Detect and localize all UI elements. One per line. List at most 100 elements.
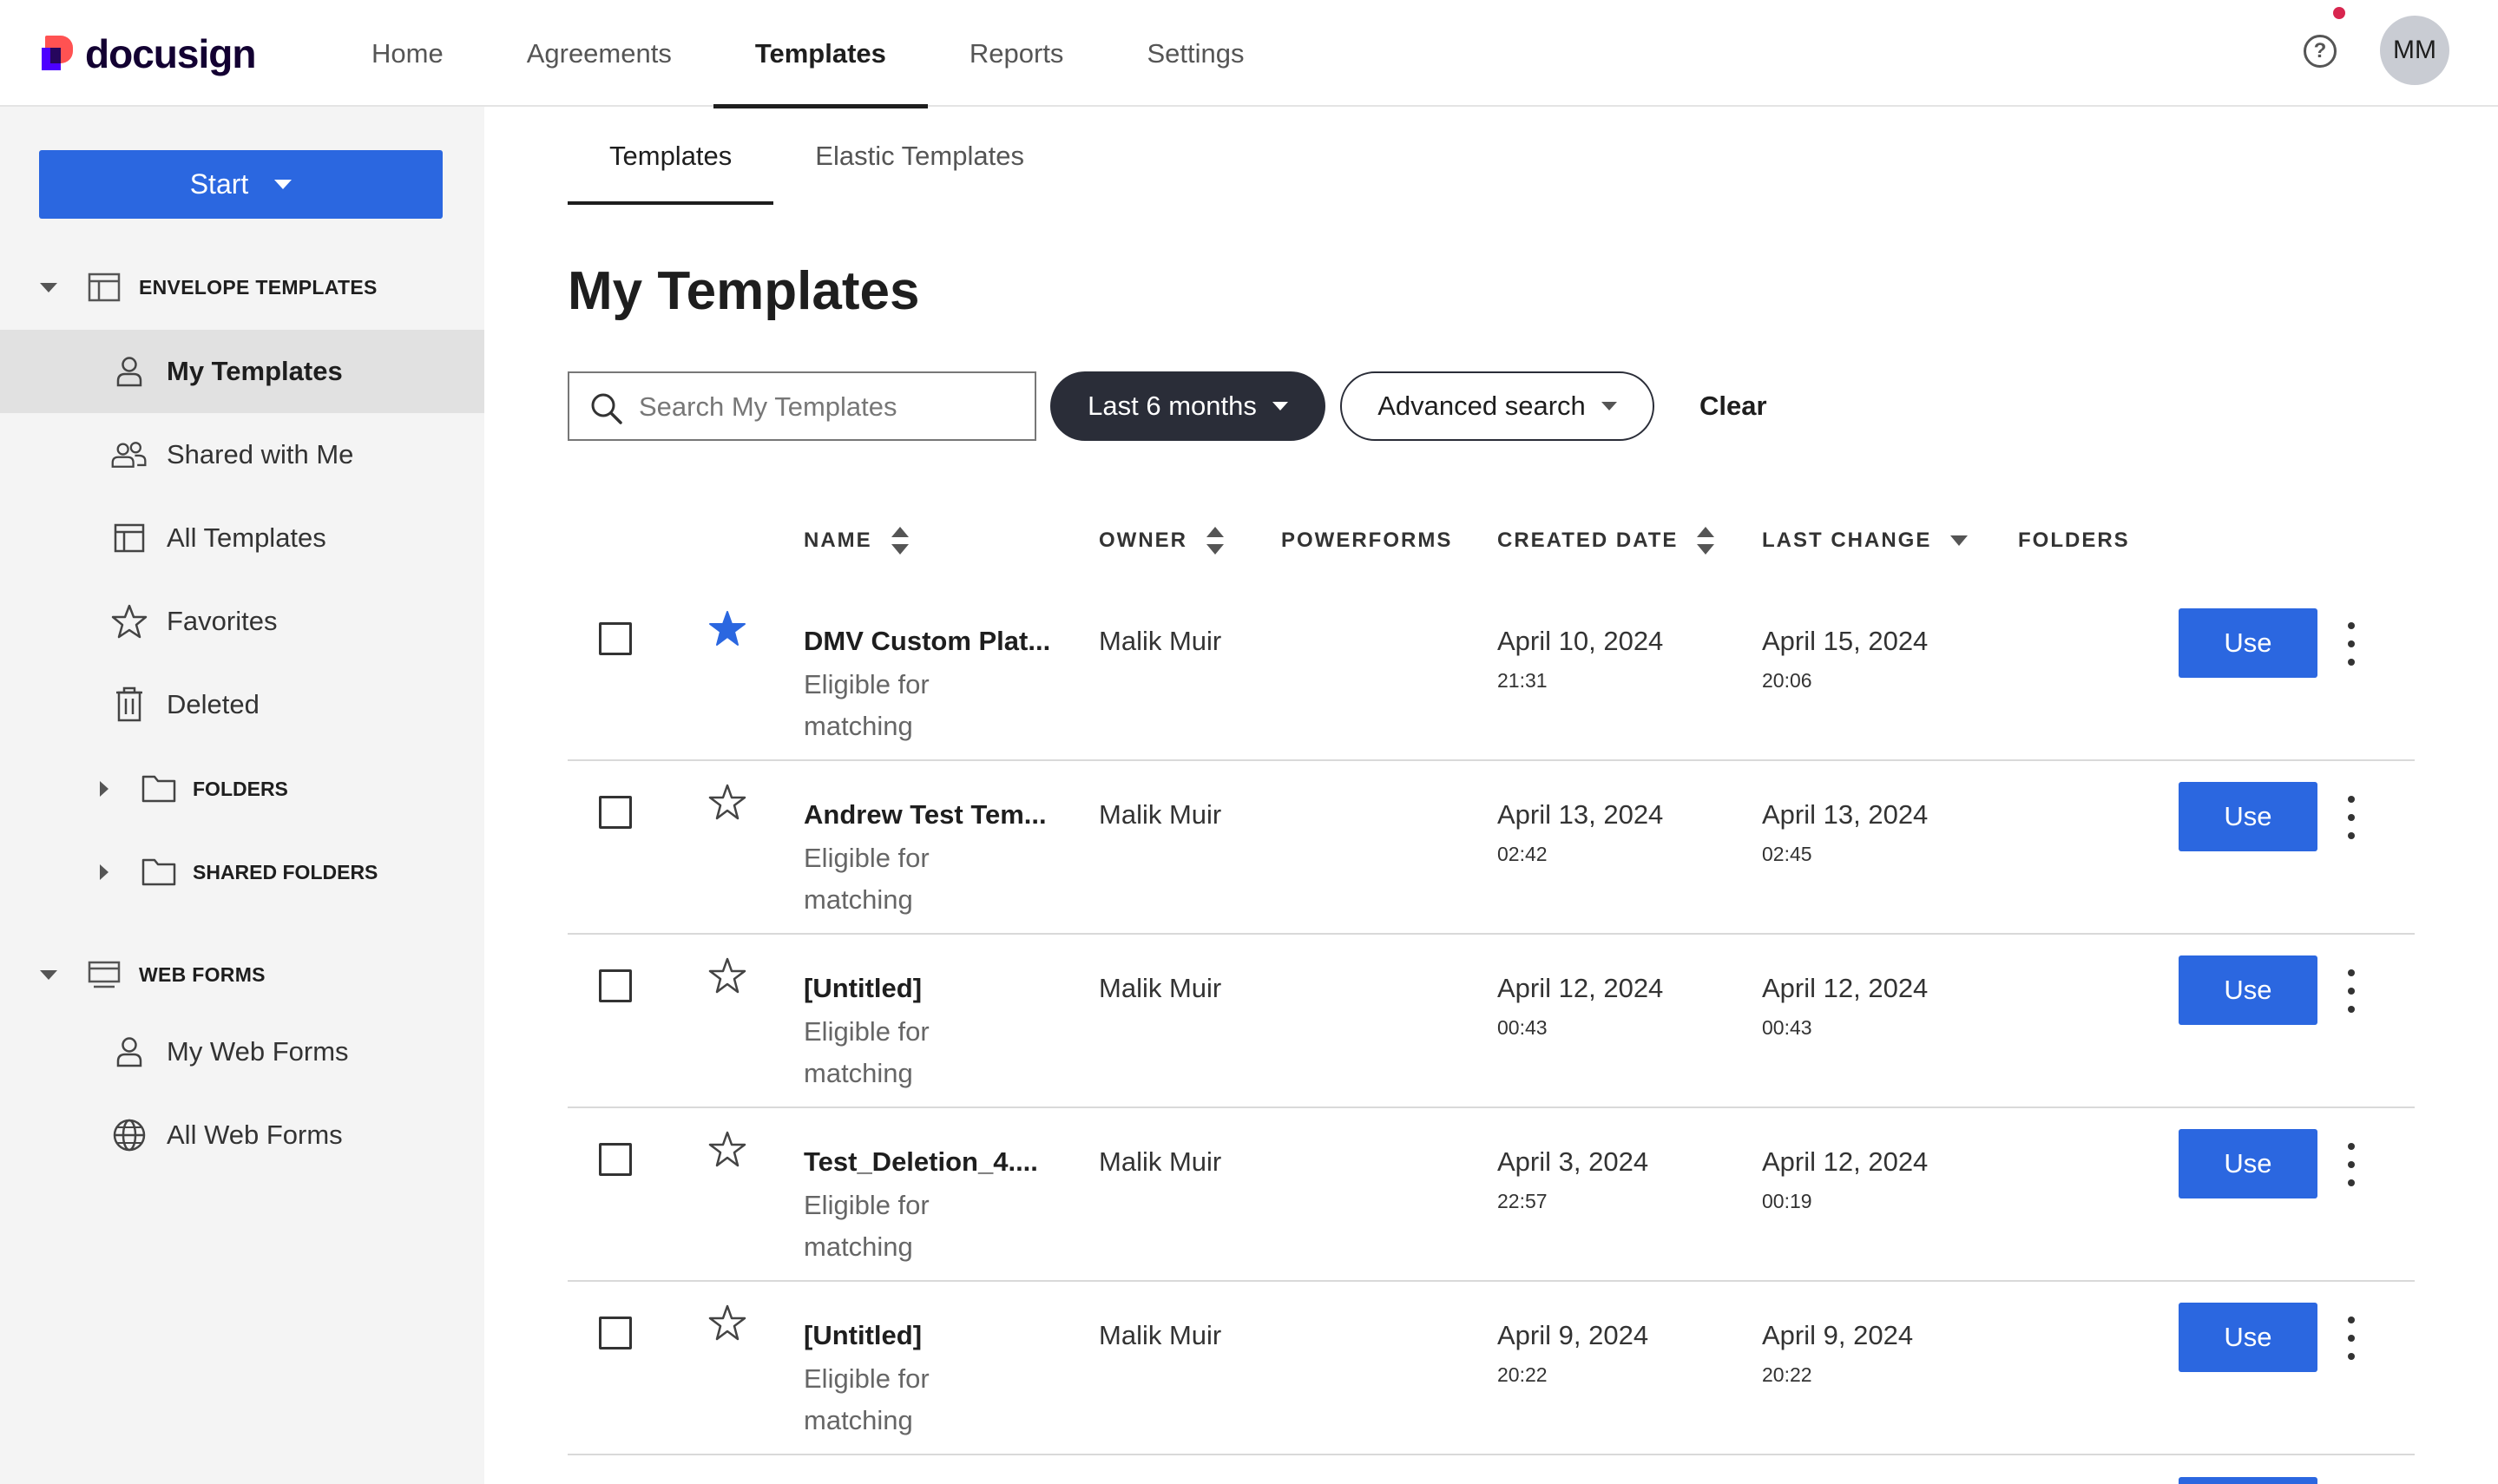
- changed-time: 02:45: [1762, 843, 1812, 865]
- advanced-search-label: Advanced search: [1377, 391, 1586, 421]
- page-title: My Templates: [568, 261, 920, 321]
- nav-agreements[interactable]: Agreements: [485, 0, 713, 107]
- sidebar-shared-folders[interactable]: SHARED FOLDERS: [0, 837, 484, 907]
- row-checkbox[interactable]: [599, 622, 632, 655]
- template-owner: Malik Muir: [1099, 973, 1222, 1003]
- column-header-name[interactable]: NAME: [804, 521, 909, 561]
- nav-templates[interactable]: Templates: [713, 0, 928, 108]
- expand-caret-icon: [100, 864, 108, 880]
- star-icon[interactable]: [707, 782, 748, 824]
- template-owner: Malik Muir: [1099, 799, 1222, 830]
- created-date: April 13, 2024: [1497, 799, 1664, 830]
- sidebar-item-favorites[interactable]: Favorites: [0, 580, 484, 663]
- web-forms-section[interactable]: WEB FORMS: [0, 949, 484, 1001]
- use-button[interactable]: Use: [2179, 1303, 2317, 1372]
- help-icon[interactable]: ?: [2304, 35, 2337, 68]
- template-name[interactable]: DMV Custom Plat...: [804, 626, 1050, 657]
- collapse-caret-icon: [40, 283, 57, 292]
- created-date: April 9, 2024: [1497, 1320, 1649, 1350]
- start-button[interactable]: Start: [39, 150, 443, 219]
- sidebar-item-label: My Templates: [167, 356, 343, 386]
- template-name[interactable]: [Untitled]: [804, 1320, 922, 1351]
- nav-reports[interactable]: Reports: [928, 0, 1106, 107]
- created-time: 02:42: [1497, 843, 1548, 865]
- star-icon[interactable]: [707, 1129, 748, 1171]
- advanced-search-button[interactable]: Advanced search: [1340, 371, 1654, 441]
- star-icon[interactable]: [707, 1303, 748, 1344]
- sidebar-item-label: All Web Forms: [167, 1120, 343, 1150]
- main-nav: Home Agreements Templates Reports Settin…: [330, 0, 1285, 108]
- table-row[interactable]: Test_Deletion_4.... Eligible for matchin…: [568, 1108, 2415, 1282]
- sidebar-item-label: All Templates: [167, 522, 326, 553]
- row-checkbox[interactable]: [599, 1317, 632, 1349]
- column-header-owner[interactable]: OWNER: [1099, 521, 1224, 561]
- template-tabs: Templates Elastic Templates: [568, 107, 1066, 205]
- docusign-logo[interactable]: docusign: [42, 30, 256, 78]
- search-input[interactable]: [639, 385, 1021, 429]
- globe-icon: [110, 1116, 148, 1154]
- row-checkbox[interactable]: [599, 1143, 632, 1176]
- template-name[interactable]: [Untitled]: [804, 973, 922, 1004]
- use-button[interactable]: Use: [2179, 955, 2317, 1025]
- web-forms-heading: WEB FORMS: [139, 962, 266, 986]
- more-options-icon[interactable]: [2338, 796, 2364, 839]
- sidebar-item-shared-with-me[interactable]: Shared with Me: [0, 413, 484, 496]
- template-name[interactable]: Test_Deletion_4....: [804, 1146, 1038, 1178]
- sidebar-item-label: Deleted: [167, 689, 260, 719]
- use-button[interactable]: Use: [2179, 1129, 2317, 1198]
- envelope-templates-section[interactable]: ENVELOPE TEMPLATES: [0, 261, 484, 313]
- sidebar-item-my-templates[interactable]: My Templates: [0, 330, 484, 413]
- star-icon: [110, 602, 148, 640]
- collapse-caret-icon: [40, 970, 57, 980]
- sidebar-item-all-web-forms[interactable]: All Web Forms: [0, 1093, 484, 1177]
- tab-elastic-templates[interactable]: Elastic Templates: [773, 107, 1066, 205]
- sort-icon: [1206, 527, 1224, 555]
- template-owner: Malik Muir: [1099, 1146, 1222, 1177]
- folder-icon: [141, 775, 176, 803]
- more-options-icon[interactable]: [2338, 1143, 2364, 1186]
- table-row[interactable]: [Untitled] Eligible for matching Malik M…: [568, 935, 2415, 1108]
- row-checkbox[interactable]: [599, 796, 632, 829]
- created-time: 20:22: [1497, 1363, 1548, 1386]
- column-header-label: POWERFORMS: [1281, 529, 1453, 552]
- changed-time: 00:43: [1762, 1016, 1812, 1039]
- envelope-templates-heading: ENVELOPE TEMPLATES: [139, 275, 378, 299]
- search-field[interactable]: [568, 371, 1036, 441]
- changed-date: April 15, 2024: [1762, 626, 1929, 656]
- row-checkbox[interactable]: [599, 969, 632, 1002]
- star-icon[interactable]: [707, 955, 748, 997]
- column-header-label: NAME: [804, 529, 872, 552]
- star-filled-icon[interactable]: [707, 608, 748, 650]
- date-filter-button[interactable]: Last 6 months: [1050, 371, 1325, 441]
- use-button[interactable]: Use: [2179, 608, 2317, 678]
- more-options-icon[interactable]: [2338, 969, 2364, 1013]
- column-header-created-date[interactable]: CREATED DATE: [1497, 521, 1715, 561]
- tab-templates[interactable]: Templates: [568, 107, 774, 205]
- changed-time: 00:19: [1762, 1190, 1812, 1212]
- people-icon: [110, 436, 148, 474]
- column-header-last-change[interactable]: LAST CHANGE: [1762, 521, 1969, 561]
- sidebar-item-my-web-forms[interactable]: My Web Forms: [0, 1010, 484, 1093]
- sidebar-item-deleted[interactable]: Deleted: [0, 663, 484, 746]
- avatar[interactable]: MM: [2380, 16, 2449, 85]
- table-row[interactable]: Andrew Test Tem... Eligible for matching…: [568, 761, 2415, 935]
- more-options-icon[interactable]: [2338, 1317, 2364, 1360]
- nav-settings[interactable]: Settings: [1105, 0, 1285, 107]
- nav-home[interactable]: Home: [330, 0, 485, 107]
- more-options-icon[interactable]: [2338, 622, 2364, 666]
- template-name[interactable]: Andrew Test Tem...: [804, 799, 1047, 831]
- template-icon: [110, 519, 148, 557]
- sidebar-item-all-templates[interactable]: All Templates: [0, 496, 484, 580]
- use-button[interactable]: Use: [2179, 782, 2317, 851]
- folder-icon: [141, 858, 176, 886]
- template-icon: [88, 273, 121, 302]
- sort-icon: [891, 527, 909, 555]
- column-header-folders: FOLDERS: [2018, 521, 2130, 561]
- use-button-partial[interactable]: [2179, 1477, 2317, 1484]
- table-row[interactable]: DMV Custom Plat... Eligible for matching…: [568, 588, 2415, 761]
- sidebar-folders[interactable]: FOLDERS: [0, 754, 484, 824]
- clear-button[interactable]: Clear: [1699, 371, 1767, 441]
- table-row[interactable]: [Untitled] Eligible for matching Malik M…: [568, 1282, 2415, 1455]
- template-owner: Malik Muir: [1099, 1320, 1222, 1350]
- docusign-logo-icon: [42, 36, 76, 72]
